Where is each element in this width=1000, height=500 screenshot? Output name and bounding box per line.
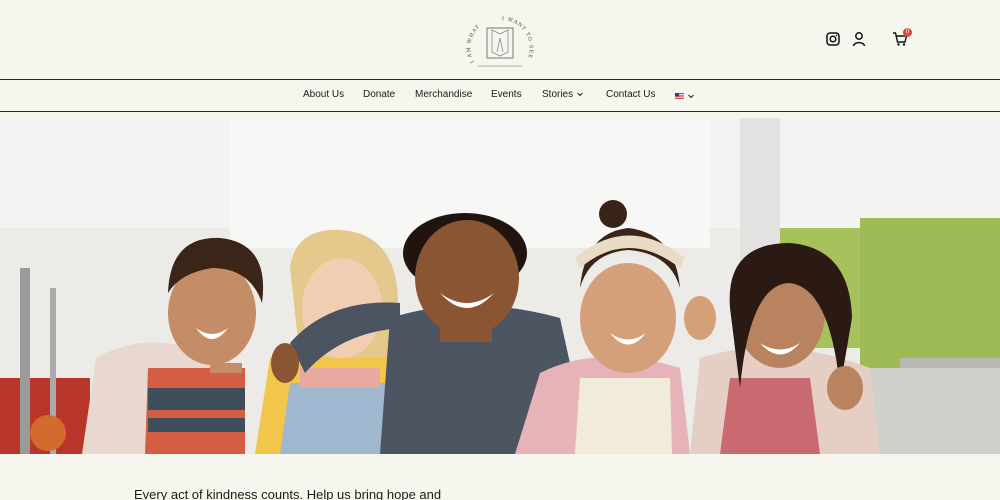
nav-item-contact[interactable]: Contact Us [606, 89, 655, 100]
language-chevron-icon[interactable] [687, 92, 695, 100]
cart-count-badge: 0 [903, 28, 912, 37]
nav-item-events[interactable]: Events [491, 89, 522, 100]
site-header: I AM WHAT I WANT TO SEE 0 [0, 0, 1000, 80]
hero-tagline: Every act of kindness counts. Help us br… [134, 487, 442, 500]
nav-item-stories-label: Stories [542, 89, 574, 100]
nav-item-donate[interactable]: Donate [363, 89, 395, 100]
nav-item-merchandise[interactable]: Merchandise [415, 89, 472, 100]
nav-item-about[interactable]: About Us [303, 89, 344, 100]
svg-text:I AM WHAT: I AM WHAT [466, 24, 482, 64]
us-flag-icon[interactable] [675, 93, 684, 99]
instagram-icon[interactable] [825, 31, 841, 47]
user-icon[interactable] [851, 31, 867, 47]
hero-image [0, 118, 1000, 454]
chevron-down-icon [576, 90, 584, 98]
site-logo[interactable]: I AM WHAT I WANT TO SEE [460, 8, 540, 72]
main-nav: About Us Donate Merchandise Events Stori… [0, 79, 1000, 112]
nav-item-stories[interactable]: Stories [542, 89, 584, 100]
